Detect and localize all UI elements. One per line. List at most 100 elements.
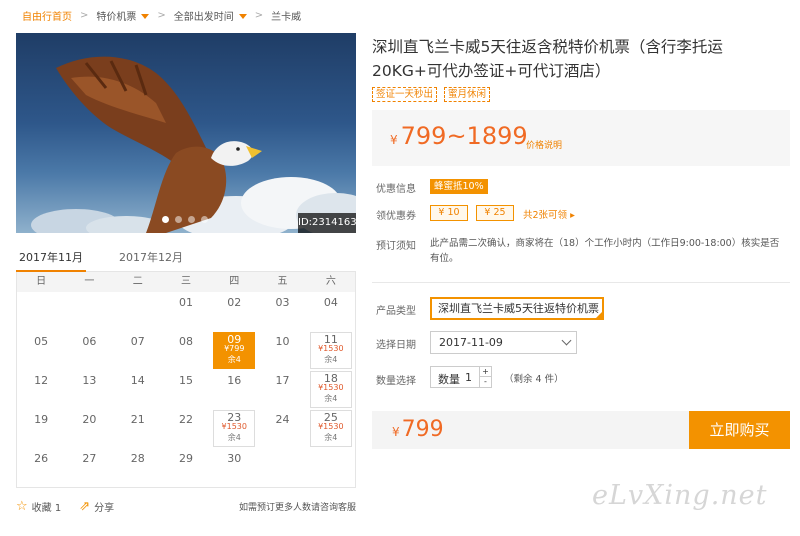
notice-label: 预订须知 — [376, 241, 416, 252]
day-number: 27 — [82, 452, 97, 465]
tab-month-nov[interactable]: 2017年11月 — [16, 248, 86, 272]
price-range: ¥799~1899 — [390, 120, 528, 156]
calendar-day: 29 — [162, 448, 210, 487]
quantity-input[interactable]: 1 — [465, 371, 472, 384]
tag-honeymoon: 蜜月休闲 — [444, 87, 491, 102]
day-number: 16 — [227, 374, 242, 387]
calendar-week: 26 27 28 29 30 — [17, 448, 355, 487]
favorite-button[interactable]: ☆ 收藏 1 — [16, 499, 61, 514]
breadcrumb-special-tickets-dropdown[interactable]: 特价机票 — [96, 8, 150, 23]
weekday-label: 日 — [36, 276, 47, 287]
coupon-label: 领优惠券 — [376, 211, 416, 222]
day-price: ¥1530 — [318, 344, 344, 353]
day-number: 29 — [178, 452, 193, 465]
currency-symbol: ¥ — [390, 133, 398, 147]
weekday-label: 六 — [325, 276, 336, 287]
calendar-day: 26 — [17, 448, 65, 487]
caret-down-icon — [238, 14, 247, 19]
image-id-badge: ID:2314163 — [298, 213, 356, 233]
breadcrumb-home-link[interactable]: 自由行首页 — [22, 8, 72, 23]
calendar-weeks: 01 02 03 04 05 06 07 08 09 ¥799 余4 10 11 ¥1530 余4 12 13 1… — [17, 292, 355, 487]
carousel-dots — [162, 216, 208, 223]
day-number: 21 — [130, 413, 145, 426]
calendar-day-available[interactable]: 11 ¥1530 余4 — [307, 331, 355, 370]
quantity-label: 数量选择 — [376, 376, 416, 387]
calendar-day: 14 — [114, 370, 162, 409]
day-remaining: 余4 — [324, 394, 338, 403]
coupon-10[interactable]: ¥ 10 — [430, 205, 468, 221]
calendar-day: 12 — [17, 370, 65, 409]
calendar-day: 03 — [258, 292, 306, 331]
day-price: ¥1530 — [221, 422, 247, 431]
tab-month-dec[interactable]: 2017年12月 — [116, 248, 186, 272]
calendar-day: 21 — [114, 409, 162, 448]
calendar-day: 01 — [162, 292, 210, 331]
calendar-week: 19 20 21 22 23 ¥1530 余4 24 25 ¥1530 余4 — [17, 409, 355, 448]
day-number: 13 — [82, 374, 97, 387]
stock-remaining: （剩余 4 件） — [504, 374, 564, 385]
share-label: 分享 — [94, 502, 115, 514]
caret-down-icon — [141, 14, 150, 19]
calendar-day: 04 — [307, 292, 355, 331]
calendar-day-available[interactable]: 09 ¥799 余4 — [210, 331, 258, 370]
calendar-day-empty — [65, 292, 113, 331]
breadcrumb-separator: > — [254, 9, 264, 21]
share-icon: ⇗ — [79, 498, 91, 514]
day-number: 19 — [34, 413, 49, 426]
weekday-label: 二 — [132, 276, 143, 287]
calendar-day: 24 — [258, 409, 306, 448]
weekday-label: 三 — [180, 276, 191, 287]
day-number: 08 — [178, 335, 193, 348]
discount-label: 优惠信息 — [376, 184, 416, 195]
star-icon: ☆ — [16, 498, 28, 514]
day-number: 06 — [82, 335, 97, 348]
product-type-option[interactable]: 深圳直飞兰卡威5天往返特价机票 — [430, 297, 604, 320]
carousel-dot[interactable] — [188, 216, 195, 223]
product-tags: 签证一天秒出 蜜月休闲 — [372, 87, 491, 102]
price-explanation-link[interactable]: 价格说明 — [526, 138, 562, 151]
calendar-day: 17 — [258, 370, 306, 409]
calendar-day-available[interactable]: 18 ¥1530 余4 — [307, 370, 355, 409]
total-price: ¥799 — [392, 415, 444, 447]
eagle-statue-illustration — [31, 56, 356, 233]
watermark: eLvXing.net — [592, 480, 768, 511]
page-title: 深圳直飞兰卡威5天往返含税特价机票（含行李托运20KG+可代办签证+可代订酒店） — [372, 38, 723, 80]
product-image[interactable]: ID:2314163 — [16, 33, 356, 233]
day-remaining: 余4 — [227, 355, 241, 364]
quantity-increase-button[interactable]: + — [479, 367, 491, 377]
weekday-label: 五 — [277, 276, 288, 287]
calendar-day: 22 — [162, 409, 210, 448]
calendar-day: 19 — [17, 409, 65, 448]
favorite-label: 收藏 1 — [31, 502, 62, 514]
buy-now-button[interactable]: 立即购买 — [689, 411, 790, 449]
carousel-dot[interactable] — [175, 216, 182, 223]
date-select[interactable]: 2017-11-09 — [430, 331, 577, 354]
divider — [372, 282, 790, 283]
day-number: 12 — [34, 374, 49, 387]
calendar-day: 10 — [258, 331, 306, 370]
date-select-value: 2017-11-09 — [439, 336, 503, 349]
calendar-day: 13 — [65, 370, 113, 409]
day-number: 10 — [275, 335, 290, 348]
day-number: 17 — [275, 374, 290, 387]
carousel-dot[interactable] — [201, 216, 208, 223]
day-number: 20 — [82, 413, 97, 426]
quantity-stepper: 数量 1 + - — [430, 366, 492, 388]
coupon-25[interactable]: ¥ 25 — [476, 205, 514, 221]
calendar-day: 16 — [210, 370, 258, 409]
coupon-more-link[interactable]: 共2张可领 ▸ — [523, 207, 575, 221]
calendar-day-available[interactable]: 25 ¥1530 余4 — [307, 409, 355, 448]
booking-notice: 此产品需二次确认，商家将在（18）个工作小时内（工作日9:00-18:00）核实… — [430, 238, 780, 264]
calendar-day-empty — [17, 292, 65, 331]
total-price-value: 799 — [401, 417, 444, 442]
product-type-value: 深圳直飞兰卡威5天往返特价机票 — [438, 302, 599, 315]
calendar-month-tabs: 2017年11月 2017年12月 — [16, 248, 356, 272]
share-button[interactable]: ⇗ 分享 — [79, 499, 114, 514]
selected-corner-icon — [596, 312, 602, 318]
carousel-dot[interactable] — [162, 216, 169, 223]
day-number: 30 — [227, 452, 242, 465]
calendar-day-available[interactable]: 23 ¥1530 余4 — [210, 409, 258, 448]
breadcrumb-departure-time-dropdown[interactable]: 全部出发时间 — [174, 8, 247, 23]
quantity-decrease-button[interactable]: - — [479, 377, 491, 387]
weekday-label: 四 — [229, 276, 240, 287]
